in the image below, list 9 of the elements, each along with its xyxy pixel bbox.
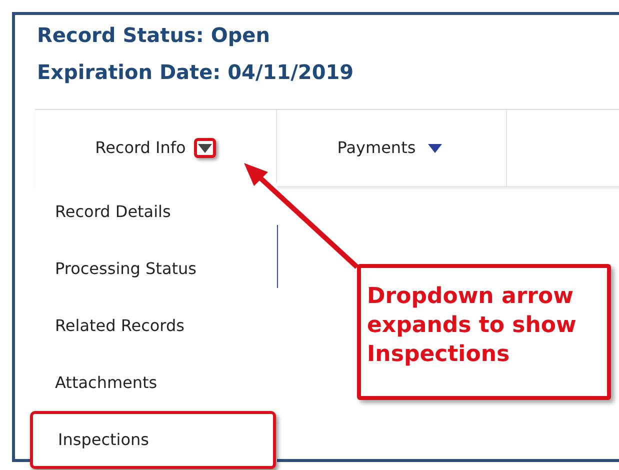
expiration-date: Expiration Date: 04/11/2019 [37,59,355,86]
record-status: Record Status: Open [37,22,271,49]
tab-label: Record Info [95,137,186,159]
caret-icon[interactable] [194,138,216,158]
annotation-callout: Dropdown arrow expands to show Inspections [357,264,611,400]
menu-item[interactable]: Inspections [30,411,276,469]
tab[interactable]: Record Info [35,110,277,186]
tab[interactable]: Payments [277,110,507,186]
tab-label: Payments [337,137,416,159]
